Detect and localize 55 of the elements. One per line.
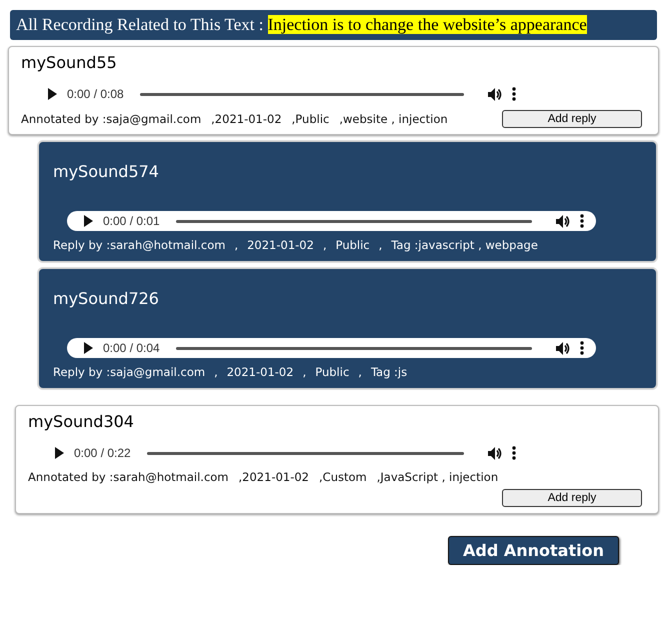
meta-text: Annotated by :sarah@hotmail.com (28, 469, 229, 485)
play-icon[interactable] (47, 88, 57, 100)
recording-title: mySound726 (53, 289, 160, 308)
audio-player[interactable]: 0:00 / 0:22 (38, 443, 528, 463)
meta-text: , (378, 237, 382, 253)
volume-icon[interactable] (556, 214, 570, 228)
meta-text: ,2021-01-02 (238, 469, 310, 485)
recording-title: mySound574 (53, 162, 160, 181)
recording-title: mySound55 (21, 53, 118, 72)
play-icon[interactable] (83, 215, 93, 227)
seek-bar[interactable] (176, 220, 532, 222)
play-icon[interactable] (83, 342, 93, 354)
meta-text: , (302, 364, 306, 380)
audio-time: 0:00 / 0:04 (103, 341, 160, 355)
seek-bar[interactable] (140, 92, 464, 96)
more-options-icon[interactable] (512, 446, 516, 460)
more-options-icon[interactable] (512, 87, 516, 101)
more-options-icon[interactable] (580, 341, 584, 355)
highlighted-text: Injection is to change the website’s appearance (268, 15, 587, 34)
meta-text: Tag :js (370, 364, 408, 380)
meta-text: Reply by :sarah@hotmail.com (53, 237, 226, 253)
meta-text: 2021-01-02 (226, 364, 294, 380)
add-annotation-button[interactable]: Add Annotation (448, 536, 619, 565)
seek-bar[interactable] (146, 452, 464, 454)
more-options-icon[interactable] (580, 214, 584, 228)
audio-time: 0:00 / 0:08 (67, 87, 124, 101)
meta-text: Tag :javascript , webpage (391, 237, 538, 253)
meta-text: ,Custom (319, 469, 367, 485)
audio-player[interactable]: 0:00 / 0:01 (67, 211, 596, 231)
meta-text: Public (315, 364, 350, 380)
audio-time: 0:00 / 0:01 (103, 214, 160, 228)
audio-time: 0:00 / 0:22 (74, 446, 131, 460)
meta-text: Reply by :saja@gmail.com (53, 364, 206, 380)
audio-player[interactable]: 0:00 / 0:08 (31, 84, 528, 104)
meta-text: , (214, 364, 218, 380)
meta-text: Annotated by :saja@gmail.com (21, 111, 202, 127)
meta-text: 2021-01-02 (247, 237, 314, 253)
meta-text: ,2021-01-02 (211, 111, 282, 127)
recording-title: mySound304 (28, 412, 135, 431)
add-reply-button[interactable]: Add reply (502, 110, 642, 128)
header-label: All Recording Related to This Text : (16, 15, 264, 34)
seek-bar[interactable] (176, 346, 532, 350)
meta-text: , (358, 364, 362, 380)
meta-text: , (234, 237, 238, 253)
meta-text: ,Public (292, 111, 330, 127)
meta-text: Public (336, 237, 370, 253)
volume-icon[interactable] (488, 88, 502, 100)
meta-text: ,JavaScript , injection (376, 469, 498, 485)
meta-text: , (322, 237, 327, 253)
add-reply-button[interactable]: Add reply (502, 489, 642, 507)
audio-player[interactable]: 0:00 / 0:04 (67, 338, 596, 358)
volume-icon[interactable] (488, 446, 502, 460)
volume-icon[interactable] (556, 342, 570, 354)
meta-text: ,website , injection (339, 111, 448, 127)
play-icon[interactable] (54, 447, 64, 459)
